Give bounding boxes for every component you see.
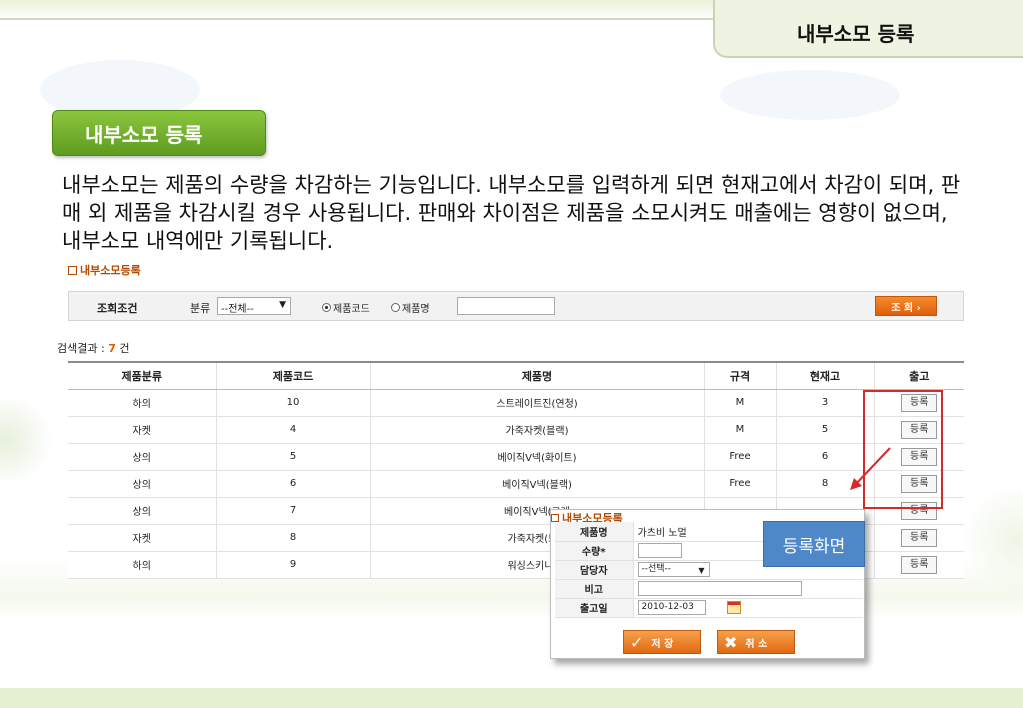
column-header: 현재고 (776, 361, 875, 390)
cell-code: 10 (216, 389, 371, 417)
category-select[interactable]: --전체-- ▼ (217, 297, 291, 315)
cell-code: 9 (216, 551, 371, 579)
cell-category: 하의 (68, 389, 217, 417)
category-label: 분류 (190, 302, 211, 315)
cell-code: 5 (216, 443, 371, 471)
bottom-bar (0, 688, 1023, 708)
column-header: 출고 (874, 361, 964, 390)
description-text: 내부소모는 제품의 수량을 차감하는 기능입니다. 내부소모를 입력하게 되면 … (62, 173, 961, 253)
background-leaf-right (965, 480, 1023, 600)
radio-product-name-label: 제품명 (402, 304, 430, 315)
manager-select[interactable]: --선택-- ▼ (637, 562, 710, 577)
chevron-down-icon: ▼ (279, 300, 286, 310)
cell-category: 자켓 (68, 524, 217, 552)
cell-name: 스트레이트진(연청) (370, 389, 705, 417)
query-button[interactable]: 조 회 › (875, 296, 937, 316)
radio-unchecked-icon (391, 303, 400, 312)
quantity-label: 수량* (555, 541, 634, 561)
cell-stock: 5 (776, 416, 875, 444)
cell-code: 6 (216, 470, 371, 498)
manager-label: 담당자 (555, 560, 634, 580)
column-header: 제품분류 (68, 361, 217, 390)
page-title: 내부소모 등록 (797, 22, 915, 46)
manager-select-value: --선택-- (641, 564, 672, 574)
table-row: 하의 10 스트레이트진(연청) M 3 등록 (68, 389, 964, 417)
table-header-row: 제품분류 제품코드 제품명 규격 현재고 출고 (68, 361, 964, 390)
register-button[interactable]: 등록 (901, 555, 938, 574)
cell-code: 4 (216, 416, 371, 444)
callout-label: 등록화면 (763, 521, 865, 567)
search-bar: 조회조건 분류 --전체-- ▼ 제품코드 제품명 조 회 › (68, 291, 964, 321)
result-suffix: 건 (119, 342, 130, 355)
result-count: 검색결과 : 7 건 (57, 340, 129, 356)
cell-code: 7 (216, 497, 371, 525)
form-title: 내부소모등록 (68, 262, 141, 278)
section-title-button: 내부소모 등록 (52, 110, 266, 156)
form-title-label: 내부소모등록 (80, 264, 141, 277)
background-cloud (720, 70, 900, 120)
cell-action: 등록 (874, 551, 964, 579)
cell-category: 자켓 (68, 416, 217, 444)
table-row: 자켓 4 가죽자켓(블랙) M 5 등록 (68, 416, 964, 444)
cell-action: 등록 (874, 524, 964, 552)
form-row-note: 비고 (555, 579, 863, 599)
table-row: 상의 6 베이직V넥(블랙) Free 8 등록 (68, 470, 964, 498)
cancel-button[interactable]: ✖ 취 소 (717, 630, 795, 654)
calendar-icon[interactable] (726, 601, 741, 614)
cell-name: 베이직V넥(블랙) (370, 470, 705, 498)
square-bullet-icon (68, 265, 77, 275)
cell-category: 상의 (68, 497, 217, 525)
note-input[interactable] (637, 581, 802, 596)
radio-checked-icon (322, 303, 331, 312)
result-number: 7 (108, 342, 116, 355)
column-header: 제품명 (370, 361, 705, 390)
chevron-down-icon: ▼ (698, 566, 705, 575)
cell-name: 베이직V넥(화이트) (370, 443, 705, 471)
cell-spec: Free (704, 443, 777, 471)
save-button-label: 저 장 (651, 638, 674, 650)
search-input[interactable] (457, 297, 555, 315)
cell-stock: 3 (776, 389, 875, 417)
top-rule (0, 18, 715, 20)
release-date-input[interactable]: 2010-12-03 (637, 600, 706, 615)
cell-category: 상의 (68, 470, 217, 498)
radio-product-name[interactable]: 제품명 (391, 300, 430, 315)
note-label: 비고 (555, 579, 634, 599)
square-bullet-icon (551, 514, 559, 522)
background-leaf-left (0, 400, 60, 480)
form-row-date: 출고일 2010-12-03 (555, 598, 863, 618)
cell-code: 8 (216, 524, 371, 552)
cell-category: 하의 (68, 551, 217, 579)
table-row: 상의 5 베이직V넥(화이트) Free 6 등록 (68, 443, 964, 471)
save-button[interactable]: ✓ 저 장 (623, 630, 701, 654)
register-button[interactable]: 등록 (901, 528, 938, 547)
radio-product-code-label: 제품코드 (333, 304, 370, 315)
radio-product-code[interactable]: 제품코드 (322, 300, 370, 315)
release-date-label: 출고일 (555, 598, 634, 618)
quantity-input[interactable] (637, 543, 682, 558)
cell-category: 상의 (68, 443, 217, 471)
pointer-arrow-icon (850, 447, 891, 490)
category-select-value: --전체-- (221, 304, 254, 315)
cancel-button-label: 취 소 (745, 638, 768, 650)
cell-spec: M (704, 416, 777, 444)
column-header: 규격 (704, 361, 777, 390)
column-header: 제품코드 (216, 361, 371, 390)
check-icon: ✓ (630, 632, 644, 652)
close-icon: ✖ (724, 632, 738, 652)
product-name-label: 제품명 (555, 522, 634, 542)
search-condition-label: 조회조건 (97, 302, 138, 315)
result-prefix: 검색결과 : (57, 342, 105, 355)
cell-spec: Free (704, 470, 777, 498)
cell-spec: M (704, 389, 777, 417)
cell-name: 가죽자켓(블랙) (370, 416, 705, 444)
